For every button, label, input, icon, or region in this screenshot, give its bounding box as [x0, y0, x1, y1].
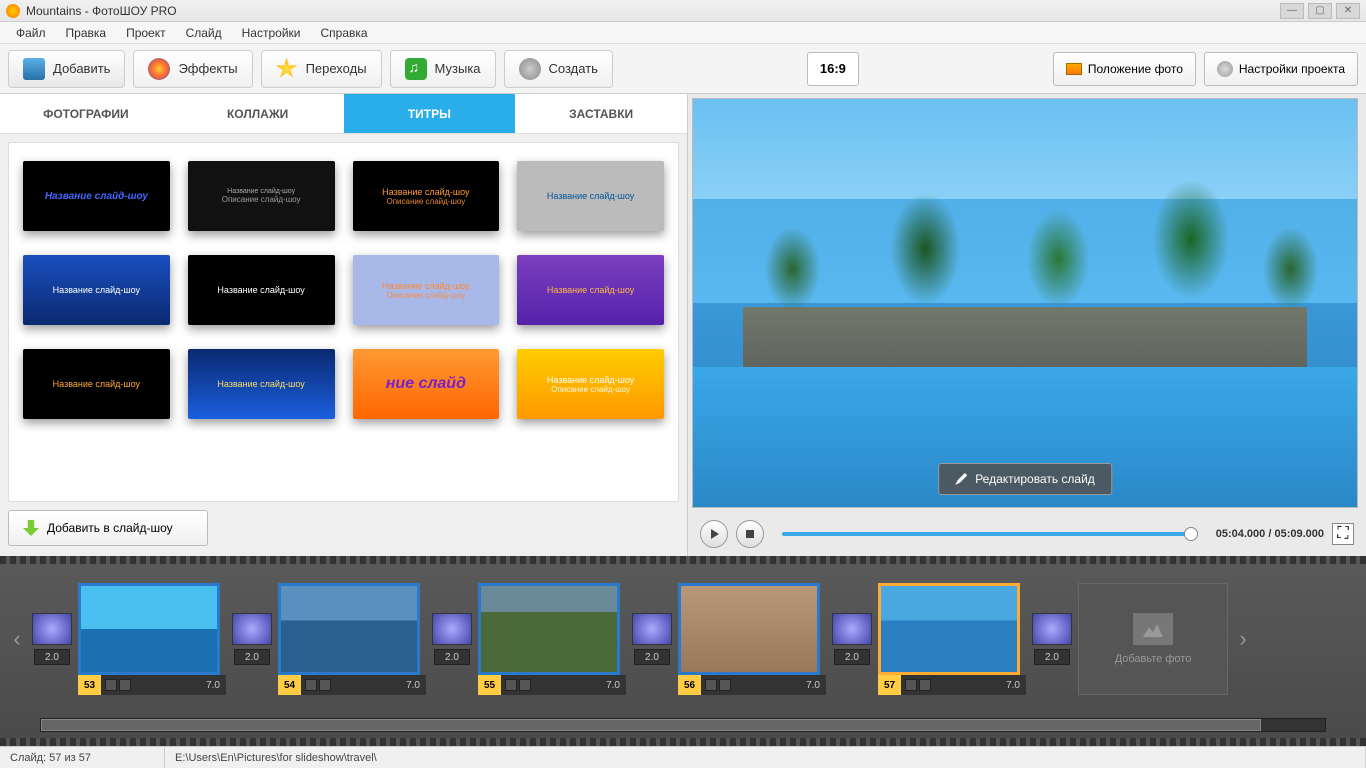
timeline-slide[interactable]: 557.0 [478, 583, 626, 695]
title-template[interactable]: Название слайд-шоуОписание слайд-шоу [353, 255, 500, 325]
aspect-ratio-selector[interactable]: 16:9 [807, 52, 859, 86]
filmstrip-decoration [0, 556, 1366, 564]
title-template[interactable]: Название слайд-шоу [23, 161, 170, 231]
transition-thumb[interactable]: 2.0 [1032, 613, 1072, 665]
add-to-slideshow-button[interactable]: Добавить в слайд-шоу [8, 510, 208, 546]
timeline-scrollbar[interactable] [40, 718, 1326, 732]
star-icon [276, 58, 298, 80]
timeline-slide[interactable]: 537.0 [78, 583, 226, 695]
timeline-slide-selected[interactable]: 577.0 [878, 583, 1026, 695]
create-button-label: Создать [549, 61, 598, 76]
playback-controls: 05:04.000 / 05:09.000 ⛶ [688, 512, 1366, 556]
pencil-icon [955, 473, 967, 485]
menu-file[interactable]: Файл [6, 26, 56, 40]
menu-settings[interactable]: Настройки [232, 26, 311, 40]
add-button-label: Добавить [53, 61, 110, 76]
photo-position-button[interactable]: Положение фото [1053, 52, 1196, 86]
edit-slide-label: Редактировать слайд [975, 472, 1095, 486]
play-button[interactable] [700, 520, 728, 548]
photo-position-label: Положение фото [1088, 62, 1183, 76]
project-settings-button[interactable]: Настройки проекта [1204, 52, 1358, 86]
title-template[interactable]: Название слайд-шоу [23, 255, 170, 325]
add-photo-label: Добавьте фото [1115, 653, 1192, 665]
tab-photos[interactable]: ФОТОГРАФИИ [0, 94, 172, 133]
templates-panel: ФОТОГРАФИИ КОЛЛАЖИ ТИТРЫ ЗАСТАВКИ Назван… [0, 94, 688, 556]
app-logo-icon [6, 4, 20, 18]
title-template[interactable]: Название слайд-шоу [23, 349, 170, 419]
status-bar: Слайд: 57 из 57 E:\Users\En\Pictures\for… [0, 746, 1366, 768]
reel-icon [519, 58, 541, 80]
gear-icon [1217, 61, 1233, 77]
title-bar: Mountains - ФотоШОУ PRO — ▢ ✕ [0, 0, 1366, 22]
maximize-button[interactable]: ▢ [1308, 3, 1332, 19]
tab-intros[interactable]: ЗАСТАВКИ [515, 94, 687, 133]
play-icon [711, 529, 719, 539]
timeline-next-button[interactable]: › [1234, 626, 1252, 652]
scrollbar-thumb[interactable] [41, 719, 1261, 731]
status-path: E:\Users\En\Pictures\for slideshow\trave… [165, 747, 1366, 768]
add-button[interactable]: Добавить [8, 50, 125, 88]
close-button[interactable]: ✕ [1336, 3, 1360, 19]
time-display: 05:04.000 / 05:09.000 [1216, 528, 1324, 540]
image-placeholder-icon [1133, 613, 1173, 645]
transition-thumb[interactable]: 2.0 [232, 613, 272, 665]
fullscreen-button[interactable]: ⛶ [1332, 523, 1354, 545]
menu-help[interactable]: Справка [310, 26, 377, 40]
stop-button[interactable] [736, 520, 764, 548]
title-template[interactable]: Название слайд-шоу [188, 349, 335, 419]
music-button-label: Музыка [435, 61, 481, 76]
status-slide-count: Слайд: 57 из 57 [0, 747, 165, 768]
category-tabs: ФОТОГРАФИИ КОЛЛАЖИ ТИТРЫ ЗАСТАВКИ [0, 94, 687, 134]
timeline-slide[interactable]: 547.0 [278, 583, 426, 695]
transitions-button-label: Переходы [306, 61, 367, 76]
title-template[interactable]: Название слайд-шоу [517, 161, 664, 231]
add-photo-placeholder[interactable]: Добавьте фото [1078, 583, 1228, 695]
timeline-slide[interactable]: 567.0 [678, 583, 826, 695]
slide-preview[interactable]: Редактировать слайд [692, 98, 1358, 508]
add-to-slideshow-label: Добавить в слайд-шоу [47, 521, 173, 535]
transition-thumb[interactable]: 2.0 [432, 613, 472, 665]
menu-edit[interactable]: Правка [56, 26, 117, 40]
tab-collages[interactable]: КОЛЛАЖИ [172, 94, 344, 133]
title-template[interactable]: ние слайд [353, 349, 500, 419]
camera-icon [23, 58, 45, 80]
main-toolbar: Добавить Эффекты Переходы Музыка Создать… [0, 44, 1366, 94]
seek-bar[interactable] [782, 532, 1198, 536]
music-note-icon [405, 58, 427, 80]
seek-handle[interactable] [1184, 527, 1198, 541]
photo-icon [1066, 63, 1082, 75]
create-button[interactable]: Создать [504, 50, 613, 88]
menu-bar: Файл Правка Проект Слайд Настройки Справ… [0, 22, 1366, 44]
stop-icon [746, 530, 754, 538]
edit-slide-button[interactable]: Редактировать слайд [938, 463, 1112, 495]
filmstrip-decoration [0, 738, 1366, 746]
menu-project[interactable]: Проект [116, 26, 176, 40]
menu-slide[interactable]: Слайд [176, 26, 232, 40]
palette-icon [148, 58, 170, 80]
timeline-prev-button[interactable]: ‹ [8, 626, 26, 652]
templates-grid[interactable]: Название слайд-шоу Название слайд-шоуОпи… [8, 142, 679, 502]
title-template[interactable]: Название слайд-шоуОписание слайд-шоу [353, 161, 500, 231]
transition-thumb[interactable]: 2.0 [832, 613, 872, 665]
aspect-ratio-label: 16:9 [820, 61, 846, 76]
title-template[interactable]: Название слайд-шоу [188, 255, 335, 325]
window-title: Mountains - ФотоШОУ PRO [26, 4, 177, 18]
tab-titles[interactable]: ТИТРЫ [344, 94, 516, 133]
title-template[interactable]: Название слайд-шоуОписание слайд-шоу [188, 161, 335, 231]
title-template[interactable]: Название слайд-шоуОписание слайд-шоу [517, 349, 664, 419]
preview-panel: Редактировать слайд 05:04.000 / 05:09.00… [688, 94, 1366, 556]
effects-button-label: Эффекты [178, 61, 237, 76]
transition-thumb[interactable]: 2.0 [32, 613, 72, 665]
timeline: ‹ 2.0 537.0 2.0 547.0 2.0 557.0 2.0 567.… [0, 556, 1366, 746]
title-template[interactable]: Название слайд-шоу [517, 255, 664, 325]
music-button[interactable]: Музыка [390, 50, 496, 88]
project-settings-label: Настройки проекта [1239, 62, 1345, 76]
arrow-down-icon [23, 520, 39, 536]
minimize-button[interactable]: — [1280, 3, 1304, 19]
transition-thumb[interactable]: 2.0 [632, 613, 672, 665]
effects-button[interactable]: Эффекты [133, 50, 252, 88]
transitions-button[interactable]: Переходы [261, 50, 382, 88]
